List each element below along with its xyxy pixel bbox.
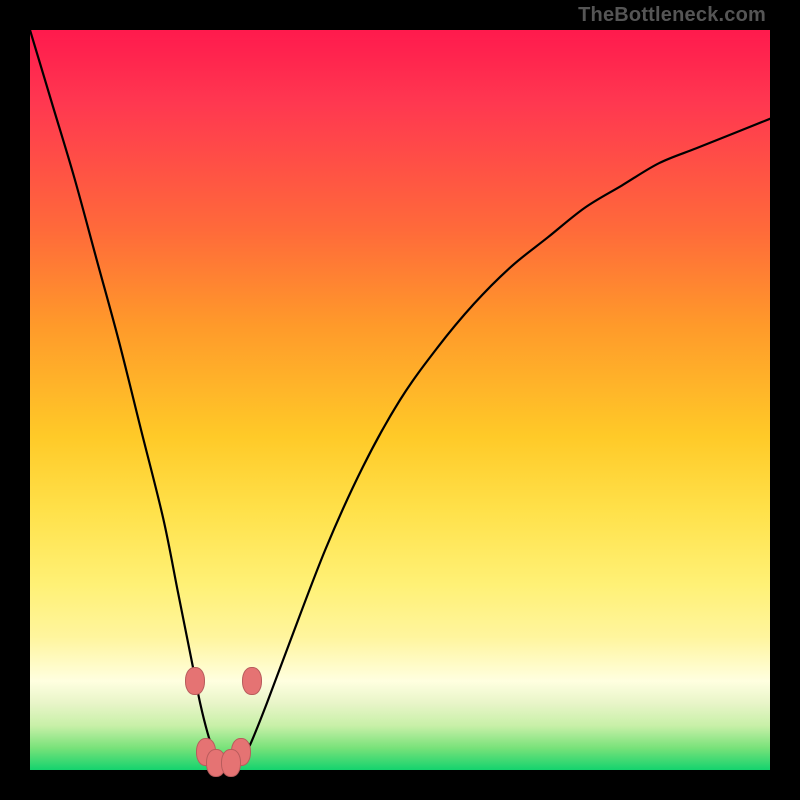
plot-area — [30, 30, 770, 770]
marker-mid-right-bottom — [221, 749, 241, 777]
marker-right-shoulder-upper — [242, 667, 262, 695]
outer-frame: TheBottleneck.com — [0, 0, 800, 800]
marker-left-shoulder-upper — [185, 667, 205, 695]
curve-svg — [30, 30, 770, 770]
watermark-text: TheBottleneck.com — [578, 4, 766, 27]
bottleneck-curve — [30, 30, 770, 763]
